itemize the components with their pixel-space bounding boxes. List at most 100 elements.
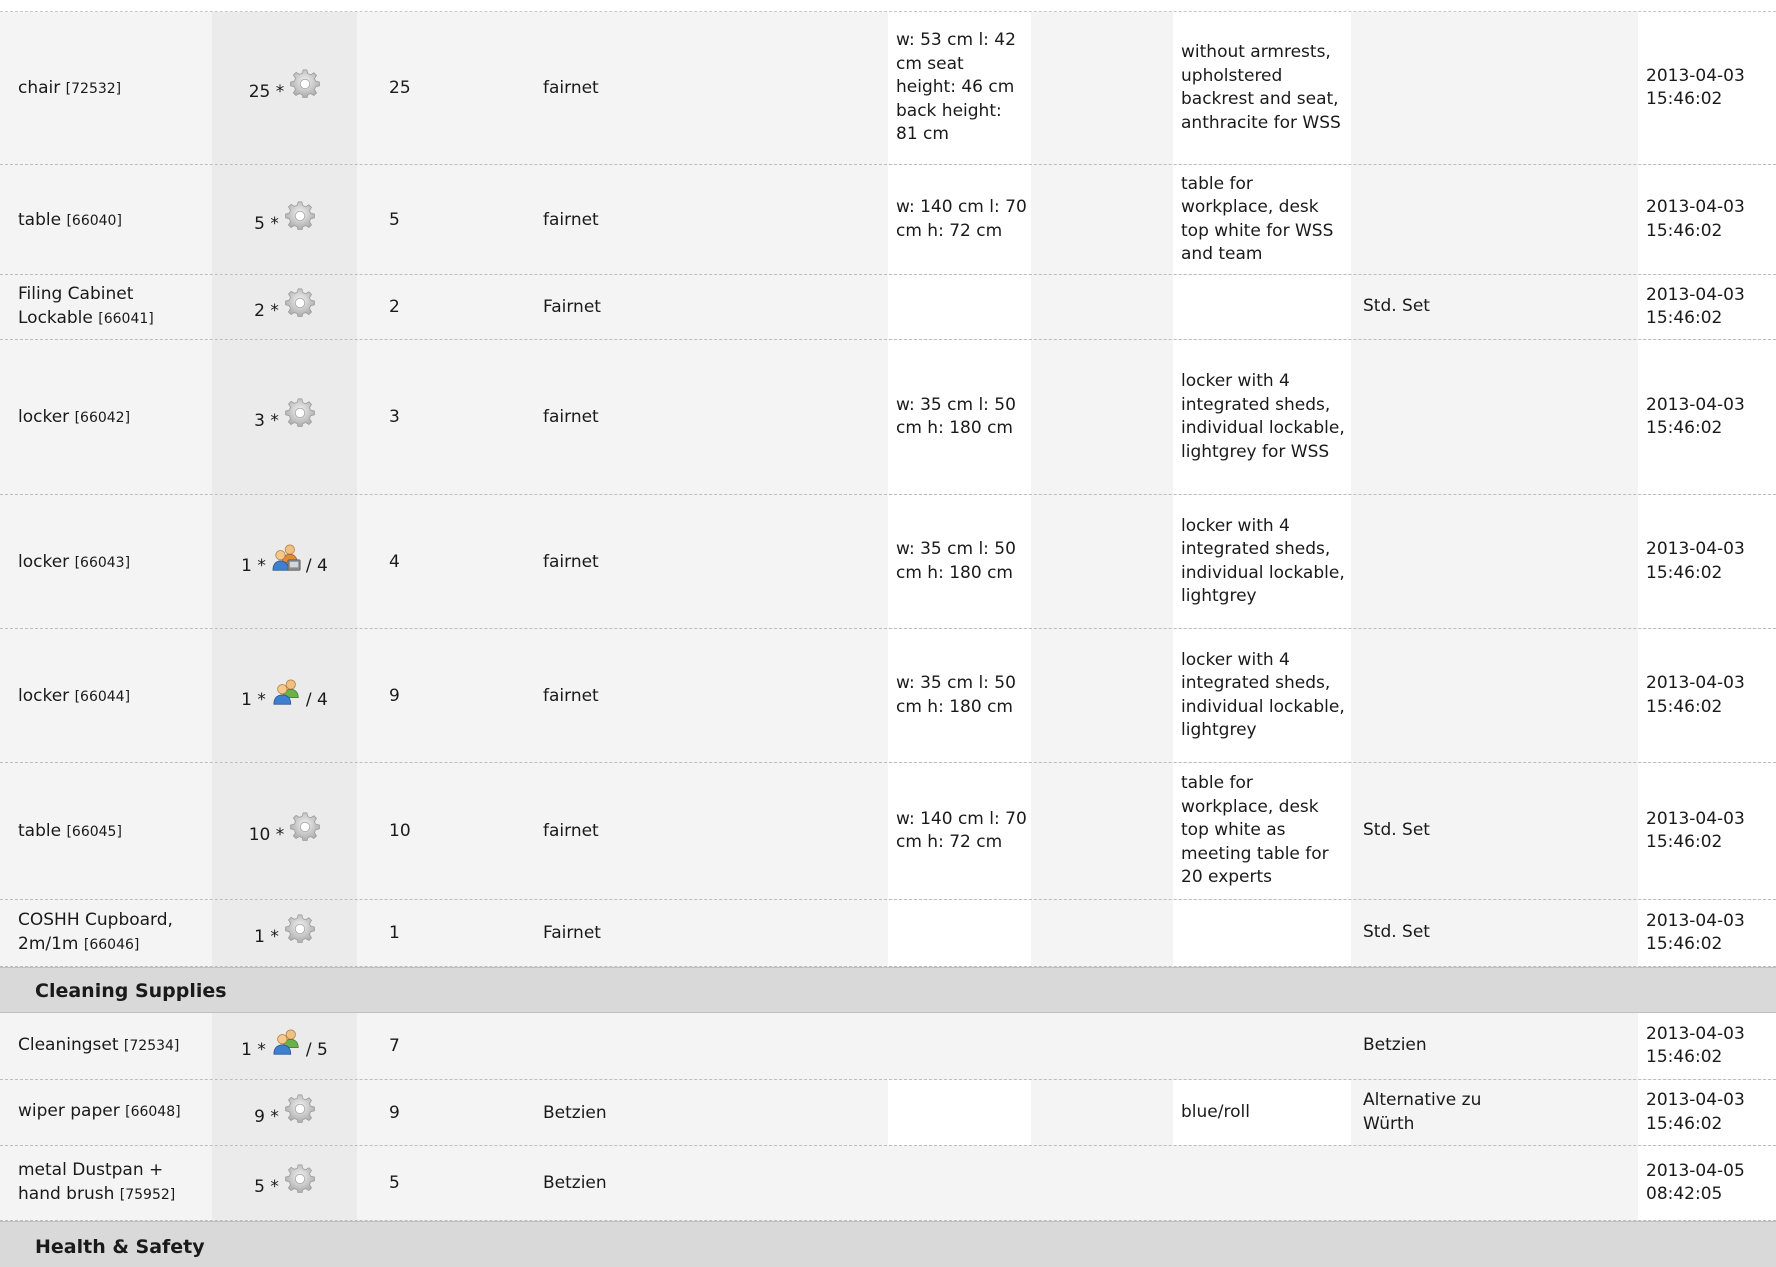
dimensions: w: 53 cm l: 42 cm seat height: 46 cm bac… bbox=[896, 30, 1016, 145]
item-name: table [66040] bbox=[18, 209, 122, 230]
item-id: [66042] bbox=[74, 410, 131, 426]
supplier: Betzien bbox=[543, 1102, 607, 1123]
total-value: 5 bbox=[389, 1173, 400, 1193]
qty-cell: 1 * / 5 bbox=[212, 1013, 357, 1079]
dimensions: w: 35 cm l: 50 cm h: 180 cm bbox=[896, 673, 1016, 717]
total-value: 5 bbox=[389, 209, 400, 230]
section-header-cleaning-supplies: Cleaning Supplies bbox=[0, 967, 1776, 1013]
item-id: [66040] bbox=[66, 212, 122, 229]
note: Betzien bbox=[1363, 1035, 1427, 1056]
supplier: fairnet bbox=[543, 407, 599, 427]
qty-value: 2 * bbox=[254, 301, 279, 321]
description: locker with 4 integrated sheds, individu… bbox=[1181, 515, 1345, 607]
item-id: [66041] bbox=[98, 310, 154, 327]
item-name: wiper paper [66048] bbox=[18, 1101, 181, 1122]
note: Alternative zu Würth bbox=[1363, 1090, 1482, 1134]
gear-icon[interactable] bbox=[290, 68, 320, 98]
section-title: Cleaning Supplies bbox=[35, 980, 227, 1002]
total-value: 2 bbox=[389, 297, 400, 317]
people-icon[interactable] bbox=[272, 677, 302, 707]
qty-cell: 3 * bbox=[212, 340, 357, 494]
qty-value: 3 * bbox=[254, 411, 279, 431]
note: Std. Set bbox=[1363, 296, 1430, 317]
note: Std. Set bbox=[1363, 922, 1430, 943]
qty-suffix: / 4 bbox=[305, 555, 328, 576]
table-row: locker [66044] 1 * / 4 9 fairnet w: 35 cm… bbox=[0, 629, 1776, 763]
item-id: [75952] bbox=[119, 1186, 176, 1203]
qty-cell: 1 * / 4 bbox=[212, 629, 357, 762]
timestamp: 2013-04-03 15:46:02 bbox=[1646, 673, 1745, 717]
item-name: locker [66042] bbox=[18, 407, 131, 427]
item-id: [66046] bbox=[83, 936, 140, 953]
gear-icon[interactable] bbox=[285, 1163, 315, 1193]
qty-value: 5 * bbox=[254, 213, 279, 234]
qty-value: 5 * bbox=[254, 1177, 279, 1197]
gear-icon[interactable] bbox=[285, 397, 315, 427]
description: without armrests, upholstered backrest a… bbox=[1181, 42, 1341, 133]
item-id: [66048] bbox=[125, 1104, 181, 1121]
qty-value: 1 * bbox=[254, 927, 279, 947]
timestamp: 2013-04-03 15:46:02 bbox=[1646, 539, 1745, 583]
qty-value: 25 * bbox=[248, 82, 285, 102]
total-value: 7 bbox=[389, 1036, 400, 1056]
dimensions: w: 35 cm l: 50 cm h: 180 cm bbox=[896, 539, 1016, 583]
dimensions: w: 35 cm l: 50 cm h: 180 cm bbox=[896, 394, 1016, 439]
table-row: table [66045] 10 * 10 fairnet w: 140 cm … bbox=[0, 763, 1776, 900]
qty-cell: 9 * bbox=[212, 1080, 357, 1145]
item-id: [66044] bbox=[74, 688, 131, 705]
table-row: metal Dustpan + hand brush [75952] 5 * 5… bbox=[0, 1146, 1776, 1221]
gear-icon[interactable] bbox=[285, 1093, 315, 1123]
description: table for workplace, desk top white as m… bbox=[1181, 773, 1329, 888]
item-name: Filing Cabinet Lockable [66041] bbox=[18, 284, 154, 328]
timestamp: 2013-04-03 15:46:02 bbox=[1646, 1023, 1745, 1068]
gear-icon[interactable] bbox=[290, 811, 320, 841]
table-row: wiper paper [66048] 9 * 9 Betzien blue/r… bbox=[0, 1080, 1776, 1146]
item-name: COSHH Cupboard, 2m/1m [66046] bbox=[18, 910, 173, 954]
timestamp: 2013-04-03 15:46:02 bbox=[1646, 65, 1745, 110]
item-name: Cleaningset [72534] bbox=[18, 1034, 180, 1055]
timestamp: 2013-04-03 15:46:02 bbox=[1646, 284, 1745, 329]
qty-cell: 5 * bbox=[212, 1146, 357, 1220]
supplier: fairnet bbox=[543, 821, 599, 841]
table-row: locker [66043] 1 * / 4 4 fairnet w: 35 cm… bbox=[0, 495, 1776, 629]
item-name: locker [66043] bbox=[18, 551, 131, 572]
item-id: [66045] bbox=[66, 824, 122, 840]
timestamp: 2013-04-03 15:46:02 bbox=[1646, 394, 1745, 439]
total-value: 25 bbox=[389, 78, 411, 98]
people-icon[interactable] bbox=[272, 1027, 302, 1057]
qty-cell: 1 * / 4 bbox=[212, 495, 357, 628]
item-name: locker [66044] bbox=[18, 685, 131, 706]
qty-value: 1 * bbox=[241, 1040, 266, 1060]
supplier: Betzien bbox=[543, 1173, 607, 1193]
qty-cell: 5 * bbox=[212, 165, 357, 274]
table-row: COSHH Cupboard, 2m/1m [66046] 1 * 1 Fair… bbox=[0, 900, 1776, 967]
supplier: fairnet bbox=[543, 78, 599, 98]
timestamp: 2013-04-03 15:46:02 bbox=[1646, 197, 1745, 241]
gear-icon[interactable] bbox=[285, 287, 315, 317]
total-value: 1 bbox=[389, 923, 400, 943]
item-name: table [66045] bbox=[18, 821, 122, 841]
description: blue/roll bbox=[1181, 1101, 1250, 1122]
person-device-icon[interactable] bbox=[272, 543, 302, 573]
table-row: chair [72532] 25 * 25 fairnet w: 53 cm l… bbox=[0, 12, 1776, 165]
qty-cell: 2 * bbox=[212, 275, 357, 339]
supplier: Fairnet bbox=[543, 923, 601, 943]
qty-value: 10 * bbox=[248, 825, 285, 845]
description: table for workplace, desk top white for … bbox=[1181, 173, 1334, 265]
qty-cell: 1 * bbox=[212, 900, 357, 966]
dimensions: w: 140 cm l: 70 cm h: 72 cm bbox=[896, 808, 1027, 853]
supplier: fairnet bbox=[543, 209, 599, 230]
qty-suffix: / 5 bbox=[305, 1040, 328, 1060]
gear-icon[interactable] bbox=[285, 913, 315, 943]
qty-suffix: / 4 bbox=[305, 689, 328, 710]
description: locker with 4 integrated sheds, individu… bbox=[1181, 649, 1345, 741]
table-row: Cleaningset [72534] 1 * / 5 7 Betzien 201… bbox=[0, 1013, 1776, 1080]
gear-icon[interactable] bbox=[285, 200, 315, 230]
item-name: metal Dustpan + hand brush [75952] bbox=[18, 1160, 176, 1204]
timestamp: 2013-04-03 15:46:02 bbox=[1646, 808, 1745, 853]
table-row: table [66040] 5 * 5 fairnet w: 140 cm l:… bbox=[0, 165, 1776, 275]
total-value: 9 bbox=[389, 1102, 400, 1123]
total-value: 10 bbox=[389, 821, 411, 841]
qty-cell: 10 * bbox=[212, 763, 357, 899]
total-value: 3 bbox=[389, 407, 400, 427]
